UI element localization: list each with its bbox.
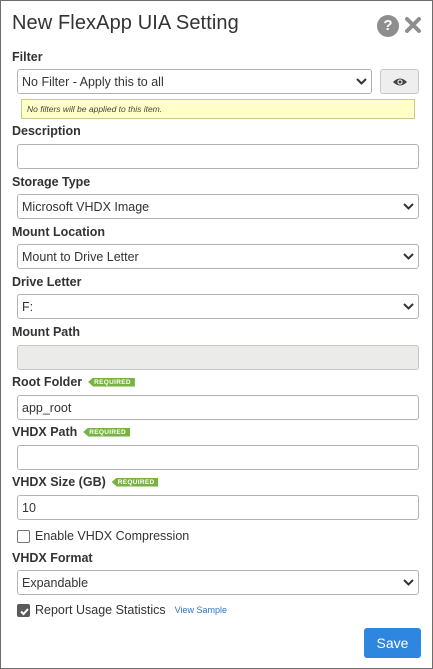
drive-letter-value: F:	[22, 299, 34, 314]
close-icon[interactable]	[403, 15, 423, 35]
root-folder-input[interactable]: app_root	[17, 395, 419, 420]
compression-row: Enable VHDX Compression	[17, 529, 189, 543]
drive-letter-select[interactable]: F:	[17, 294, 419, 319]
mount-location-label: Mount Location	[12, 225, 106, 239]
storage-type-label: Storage Type	[12, 175, 91, 189]
storage-type-value: Microsoft VHDX Image	[22, 199, 150, 214]
storage-type-select[interactable]: Microsoft VHDX Image	[17, 194, 419, 219]
chevron-down-icon	[403, 203, 414, 210]
chevron-down-icon	[403, 579, 414, 586]
view-sample-link[interactable]: View Sample	[175, 605, 227, 615]
root-folder-label: Root Folder REQUIRED	[12, 375, 135, 389]
save-button[interactable]: Save	[364, 628, 421, 658]
filter-select[interactable]: No Filter - Apply this to all	[17, 69, 372, 94]
mount-path-label: Mount Path	[12, 325, 81, 339]
help-icon[interactable]: ?	[377, 15, 399, 37]
compression-label[interactable]: Enable VHDX Compression	[35, 529, 189, 543]
required-badge: REQUIRED	[83, 427, 131, 437]
check-icon	[20, 607, 29, 615]
usage-stats-checkbox[interactable]	[17, 603, 30, 617]
mount-location-value: Mount to Drive Letter	[22, 249, 139, 264]
setting-dialog: New FlexApp UIA Setting ? Filter No Filt…	[0, 0, 433, 669]
eye-icon	[392, 78, 407, 85]
compression-checkbox[interactable]	[17, 529, 30, 543]
vhdx-size-label: VHDX Size (GB) REQUIRED	[12, 475, 159, 489]
mount-path-input	[17, 345, 419, 370]
required-badge: REQUIRED	[111, 477, 159, 487]
usage-stats-row: Report Usage Statistics View Sample	[17, 603, 227, 617]
usage-stats-label[interactable]: Report Usage Statistics	[35, 603, 166, 617]
filter-label: Filter	[12, 50, 43, 64]
vhdx-format-value: Expandable	[22, 575, 89, 590]
description-input[interactable]	[17, 144, 419, 169]
vhdx-size-input[interactable]: 10	[17, 495, 419, 520]
preview-filter-button[interactable]	[380, 69, 419, 94]
filter-select-value: No Filter - Apply this to all	[22, 74, 164, 89]
chevron-down-icon	[356, 78, 367, 85]
mount-location-select[interactable]: Mount to Drive Letter	[17, 244, 419, 269]
description-label: Description	[12, 124, 81, 138]
vhdx-format-label: VHDX Format	[12, 551, 93, 565]
filter-note: No filters will be applied to this item.	[21, 99, 415, 119]
chevron-down-icon	[403, 303, 414, 310]
required-badge: REQUIRED	[88, 377, 135, 387]
drive-letter-label: Drive Letter	[12, 275, 82, 289]
vhdx-path-input[interactable]	[17, 445, 419, 470]
chevron-down-icon	[403, 253, 414, 260]
dialog-title: New FlexApp UIA Setting	[12, 12, 239, 34]
vhdx-format-select[interactable]: Expandable	[17, 570, 419, 595]
vhdx-path-label: VHDX Path REQUIRED	[12, 425, 131, 439]
